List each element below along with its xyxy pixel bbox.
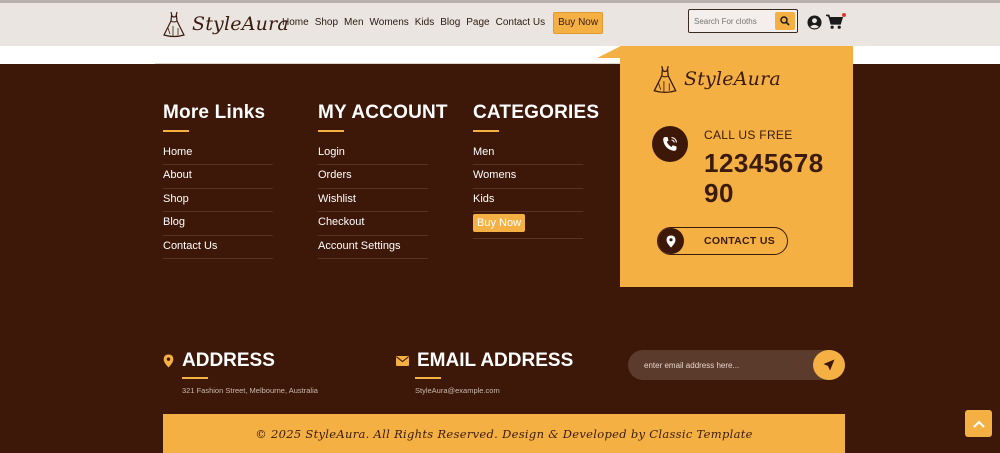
user-account-icon[interactable] xyxy=(807,15,822,30)
newsletter-submit-button[interactable] xyxy=(813,350,845,380)
cart-badge xyxy=(842,13,846,17)
footer-buy-now-item: Buy Now xyxy=(473,212,583,240)
address-block: ADDRESS 321 Fashion Street, Melbourne, A… xyxy=(163,350,318,395)
search-box xyxy=(688,9,798,33)
footer-link-shop[interactable]: Shop xyxy=(163,189,273,213)
dress-logo-icon xyxy=(163,11,185,38)
address-text: 321 Fashion Street, Melbourne, Australia xyxy=(182,386,318,395)
footer-link-about[interactable]: About xyxy=(163,165,273,189)
nav-shop[interactable]: Shop xyxy=(315,12,338,34)
categories-heading: CATEGORIES xyxy=(473,102,600,123)
heading-underline xyxy=(163,130,189,132)
nav-home[interactable]: Home xyxy=(282,12,309,34)
search-button[interactable] xyxy=(775,12,795,30)
copyright-bar: © 2025 StyleAura. All Rights Reserved. D… xyxy=(163,414,845,453)
card-brand-name: StyleAura xyxy=(684,68,781,90)
newsletter-form xyxy=(628,350,845,380)
more-links-heading: More Links xyxy=(163,102,266,123)
footer-link-wishlist[interactable]: Wishlist xyxy=(318,189,428,213)
footer-link-login[interactable]: Login xyxy=(318,142,428,166)
chevron-up-icon xyxy=(972,420,985,428)
copyright-text: © 2025 StyleAura. All Rights Reserved. D… xyxy=(255,426,753,441)
nav-womens[interactable]: Womens xyxy=(370,12,409,34)
contact-card: StyleAura CALL US FREE 1234567890 CONTAC… xyxy=(620,46,853,287)
envelope-icon xyxy=(396,356,409,366)
nav-men[interactable]: Men xyxy=(344,12,363,34)
footer-link-contact-us[interactable]: Contact Us xyxy=(163,236,273,259)
email-block: EMAIL ADDRESS StyleAura@example.com xyxy=(396,350,573,395)
more-links-column: More Links Home About Shop Blog Contact … xyxy=(163,102,273,259)
map-pin-icon xyxy=(163,354,174,368)
search-icon xyxy=(780,16,790,26)
phone-icon-circle xyxy=(652,126,688,162)
footer-link-orders[interactable]: Orders xyxy=(318,165,428,189)
site-header: StyleAura Home Shop Men Womens Kids Blog… xyxy=(0,0,1000,46)
footer-link-womens[interactable]: Womens xyxy=(473,165,583,189)
dress-logo-icon xyxy=(653,65,677,94)
header-logo[interactable]: StyleAura xyxy=(162,10,289,38)
scroll-to-top-button[interactable] xyxy=(965,410,992,437)
footer-link-account-settings[interactable]: Account Settings xyxy=(318,236,428,259)
main-nav: Home Shop Men Womens Kids Blog Page Cont… xyxy=(282,12,609,34)
email-heading: EMAIL ADDRESS xyxy=(417,350,574,371)
heading-underline xyxy=(473,130,499,132)
newsletter-email-input[interactable] xyxy=(628,350,808,380)
heading-underline xyxy=(182,377,208,379)
phone-number[interactable]: 1234567890 xyxy=(704,148,834,208)
nav-contact-us[interactable]: Contact Us xyxy=(496,12,545,34)
my-account-column: MY ACCOUNT Login Orders Wishlist Checkou… xyxy=(318,102,448,259)
contact-us-button[interactable]: CONTACT US xyxy=(657,227,788,255)
nav-kids[interactable]: Kids xyxy=(415,12,434,34)
search-input[interactable] xyxy=(689,10,773,32)
footer-link-home[interactable]: Home xyxy=(163,142,273,166)
footer-link-men[interactable]: Men xyxy=(473,142,583,166)
footer-link-kids[interactable]: Kids xyxy=(473,189,583,213)
heading-underline xyxy=(318,130,344,132)
brand-name: StyleAura xyxy=(192,13,289,35)
nav-blog[interactable]: Blog xyxy=(440,12,460,34)
phone-icon xyxy=(663,136,678,151)
divider xyxy=(155,63,621,64)
footer-link-checkout[interactable]: Checkout xyxy=(318,212,428,236)
nav-page[interactable]: Page xyxy=(466,12,489,34)
card-notch xyxy=(597,46,621,58)
categories-column: CATEGORIES Men Womens Kids Buy Now xyxy=(473,102,600,240)
contact-us-label: CONTACT US xyxy=(704,235,776,247)
send-icon xyxy=(823,359,835,371)
footer-buy-now-button[interactable]: Buy Now xyxy=(473,214,526,233)
heading-underline xyxy=(415,377,441,379)
address-heading: ADDRESS xyxy=(182,350,275,371)
email-text[interactable]: StyleAura@example.com xyxy=(415,386,573,395)
shopping-cart-icon[interactable] xyxy=(826,14,843,30)
map-pin-icon xyxy=(666,235,676,247)
footer-link-blog[interactable]: Blog xyxy=(163,212,273,236)
my-account-heading: MY ACCOUNT xyxy=(318,102,448,123)
pin-circle xyxy=(658,228,684,254)
call-us-label: CALL US FREE xyxy=(704,128,793,142)
card-logo[interactable]: StyleAura xyxy=(652,64,781,94)
buy-now-button[interactable]: Buy Now xyxy=(553,12,604,34)
